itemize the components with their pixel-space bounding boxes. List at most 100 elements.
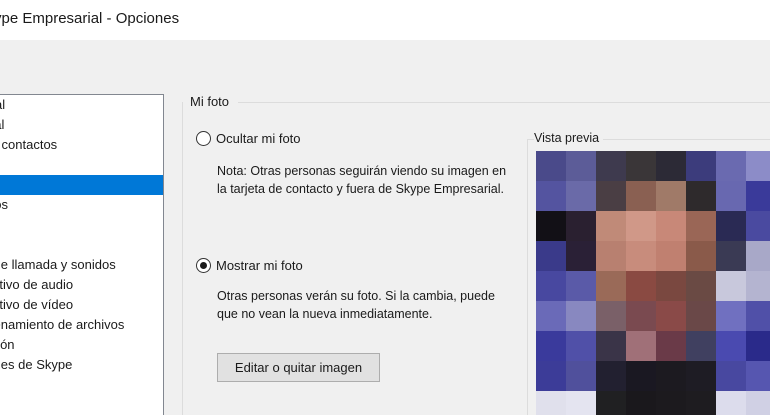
nav-item xyxy=(0,235,163,255)
nav-item[interactable]: spositivo de audio xyxy=(0,275,163,295)
photo-pixel xyxy=(716,301,746,331)
pixelated-photo-image xyxy=(536,151,770,415)
photo-pixel xyxy=(716,211,746,241)
photo-pixel xyxy=(536,211,566,241)
radio-show-photo-label[interactable]: Mostrar mi foto xyxy=(216,258,303,273)
photo-pixel xyxy=(536,181,566,211)
photo-pixel xyxy=(566,241,596,271)
photo-pixel xyxy=(536,271,566,301)
photo-pixel xyxy=(566,301,596,331)
photo-pixel xyxy=(596,211,626,241)
photo-pixel xyxy=(746,211,770,241)
photo-pixel xyxy=(656,211,686,241)
radio-show-photo[interactable] xyxy=(196,258,211,273)
photo-pixel xyxy=(596,301,626,331)
photo-pixel xyxy=(746,151,770,181)
photo-pixel xyxy=(536,241,566,271)
show-photo-note: Otras personas verán su foto. Si la camb… xyxy=(217,287,517,323)
window-title: ype Empresarial - Opciones xyxy=(0,10,180,27)
photo-pixel xyxy=(746,271,770,301)
nav-item-label: ta de contactos xyxy=(0,137,58,152)
photo-pixel xyxy=(746,241,770,271)
nav-item[interactable]: éfonos xyxy=(0,195,163,215)
nav-item[interactable]: spositivo de vídeo xyxy=(0,295,163,315)
photo-pixel xyxy=(596,331,626,361)
photo-pixel xyxy=(746,331,770,361)
photo-pixel xyxy=(746,391,770,415)
photo-pixel xyxy=(626,241,656,271)
photo-pixel xyxy=(746,361,770,391)
photo-pixel xyxy=(566,211,596,241)
photo-pixel xyxy=(566,391,596,415)
nav-item[interactable]: macenamiento de archivos xyxy=(0,315,163,335)
photo-pixel xyxy=(596,181,626,211)
nav-item[interactable]: rtas xyxy=(0,215,163,235)
nav-item-label: abación xyxy=(0,337,15,352)
radio-hide-photo-row[interactable]: Ocultar mi foto xyxy=(196,131,301,146)
nav-item-label: éfonos xyxy=(0,197,9,212)
photo-pixel xyxy=(626,151,656,181)
nav-item[interactable]: abación xyxy=(0,335,163,355)
photo-pixel xyxy=(536,301,566,331)
options-nav-list[interactable]: eneral rsonal ta de contactos ado foto é… xyxy=(0,94,164,415)
radio-hide-photo[interactable] xyxy=(196,131,211,146)
nav-item-label: uniones de Skype xyxy=(0,357,73,372)
show-photo-note-line1: Otras personas verán su foto. Si la camb… xyxy=(217,289,495,303)
photo-pixel xyxy=(626,391,656,415)
nav-item[interactable]: foto xyxy=(0,175,163,195)
photo-pixel xyxy=(686,331,716,361)
photo-pixel xyxy=(536,331,566,361)
nav-item-label: eneral xyxy=(0,97,6,112)
photo-pixel xyxy=(686,181,716,211)
radio-hide-photo-label[interactable]: Ocultar mi foto xyxy=(216,131,301,146)
nav-item-label: spositivo de vídeo xyxy=(0,297,74,312)
photo-pixel xyxy=(686,211,716,241)
photo-pixel xyxy=(626,271,656,301)
nav-item[interactable]: uniones de Skype xyxy=(0,355,163,375)
nav-item[interactable]: rsonal xyxy=(0,115,163,135)
title-bar: ype Empresarial - Opciones xyxy=(0,0,770,40)
photo-pixel xyxy=(716,181,746,211)
photo-pixel xyxy=(656,361,686,391)
nav-item-label: foto xyxy=(0,175,163,195)
photo-pixel xyxy=(536,361,566,391)
photo-pixel xyxy=(656,301,686,331)
photo-pixel xyxy=(596,151,626,181)
photo-pixel xyxy=(596,391,626,415)
nav-item-label: rtas xyxy=(0,215,163,235)
nav-item[interactable]: ado xyxy=(0,155,163,175)
photo-pixel xyxy=(716,361,746,391)
photo-pixel xyxy=(686,151,716,181)
photo-pixel xyxy=(626,181,656,211)
nav-item-label: rsonal xyxy=(0,117,5,132)
photo-pixel xyxy=(656,241,686,271)
photo-pixel xyxy=(686,271,716,301)
nav-item-label: macenamiento de archivos xyxy=(0,317,125,332)
photo-pixel xyxy=(596,241,626,271)
preview-label: Vista previa xyxy=(534,131,604,145)
radio-show-photo-row[interactable]: Mostrar mi foto xyxy=(196,258,303,273)
photo-pixel xyxy=(566,331,596,361)
photo-pixel xyxy=(536,391,566,415)
nav-item-label: spositivo de audio xyxy=(0,277,74,292)
photo-pixel xyxy=(626,211,656,241)
nav-item-label: ado xyxy=(0,155,163,175)
photo-pixel xyxy=(686,361,716,391)
hide-photo-note: Nota: Otras personas seguirán viendo su … xyxy=(217,162,517,198)
nav-item[interactable]: eneral xyxy=(0,95,163,115)
photo-pixel xyxy=(686,391,716,415)
nav-item[interactable]: ta de contactos xyxy=(0,135,163,155)
preview-border-left xyxy=(527,139,528,415)
photo-pixel xyxy=(686,241,716,271)
group-border-left xyxy=(182,102,183,415)
photo-pixel xyxy=(566,271,596,301)
photo-pixel xyxy=(626,331,656,361)
photo-pixel xyxy=(566,361,596,391)
photo-pixel xyxy=(716,331,746,361)
photo-pixel xyxy=(656,181,686,211)
nav-item[interactable]: nos de llamada y sonidos xyxy=(0,255,163,275)
photo-pixel xyxy=(746,301,770,331)
edit-remove-image-button[interactable]: Editar o quitar imagen xyxy=(217,353,380,382)
photo-pixel xyxy=(716,151,746,181)
hide-photo-note-line2: la tarjeta de contacto y fuera de Skype … xyxy=(217,182,504,196)
